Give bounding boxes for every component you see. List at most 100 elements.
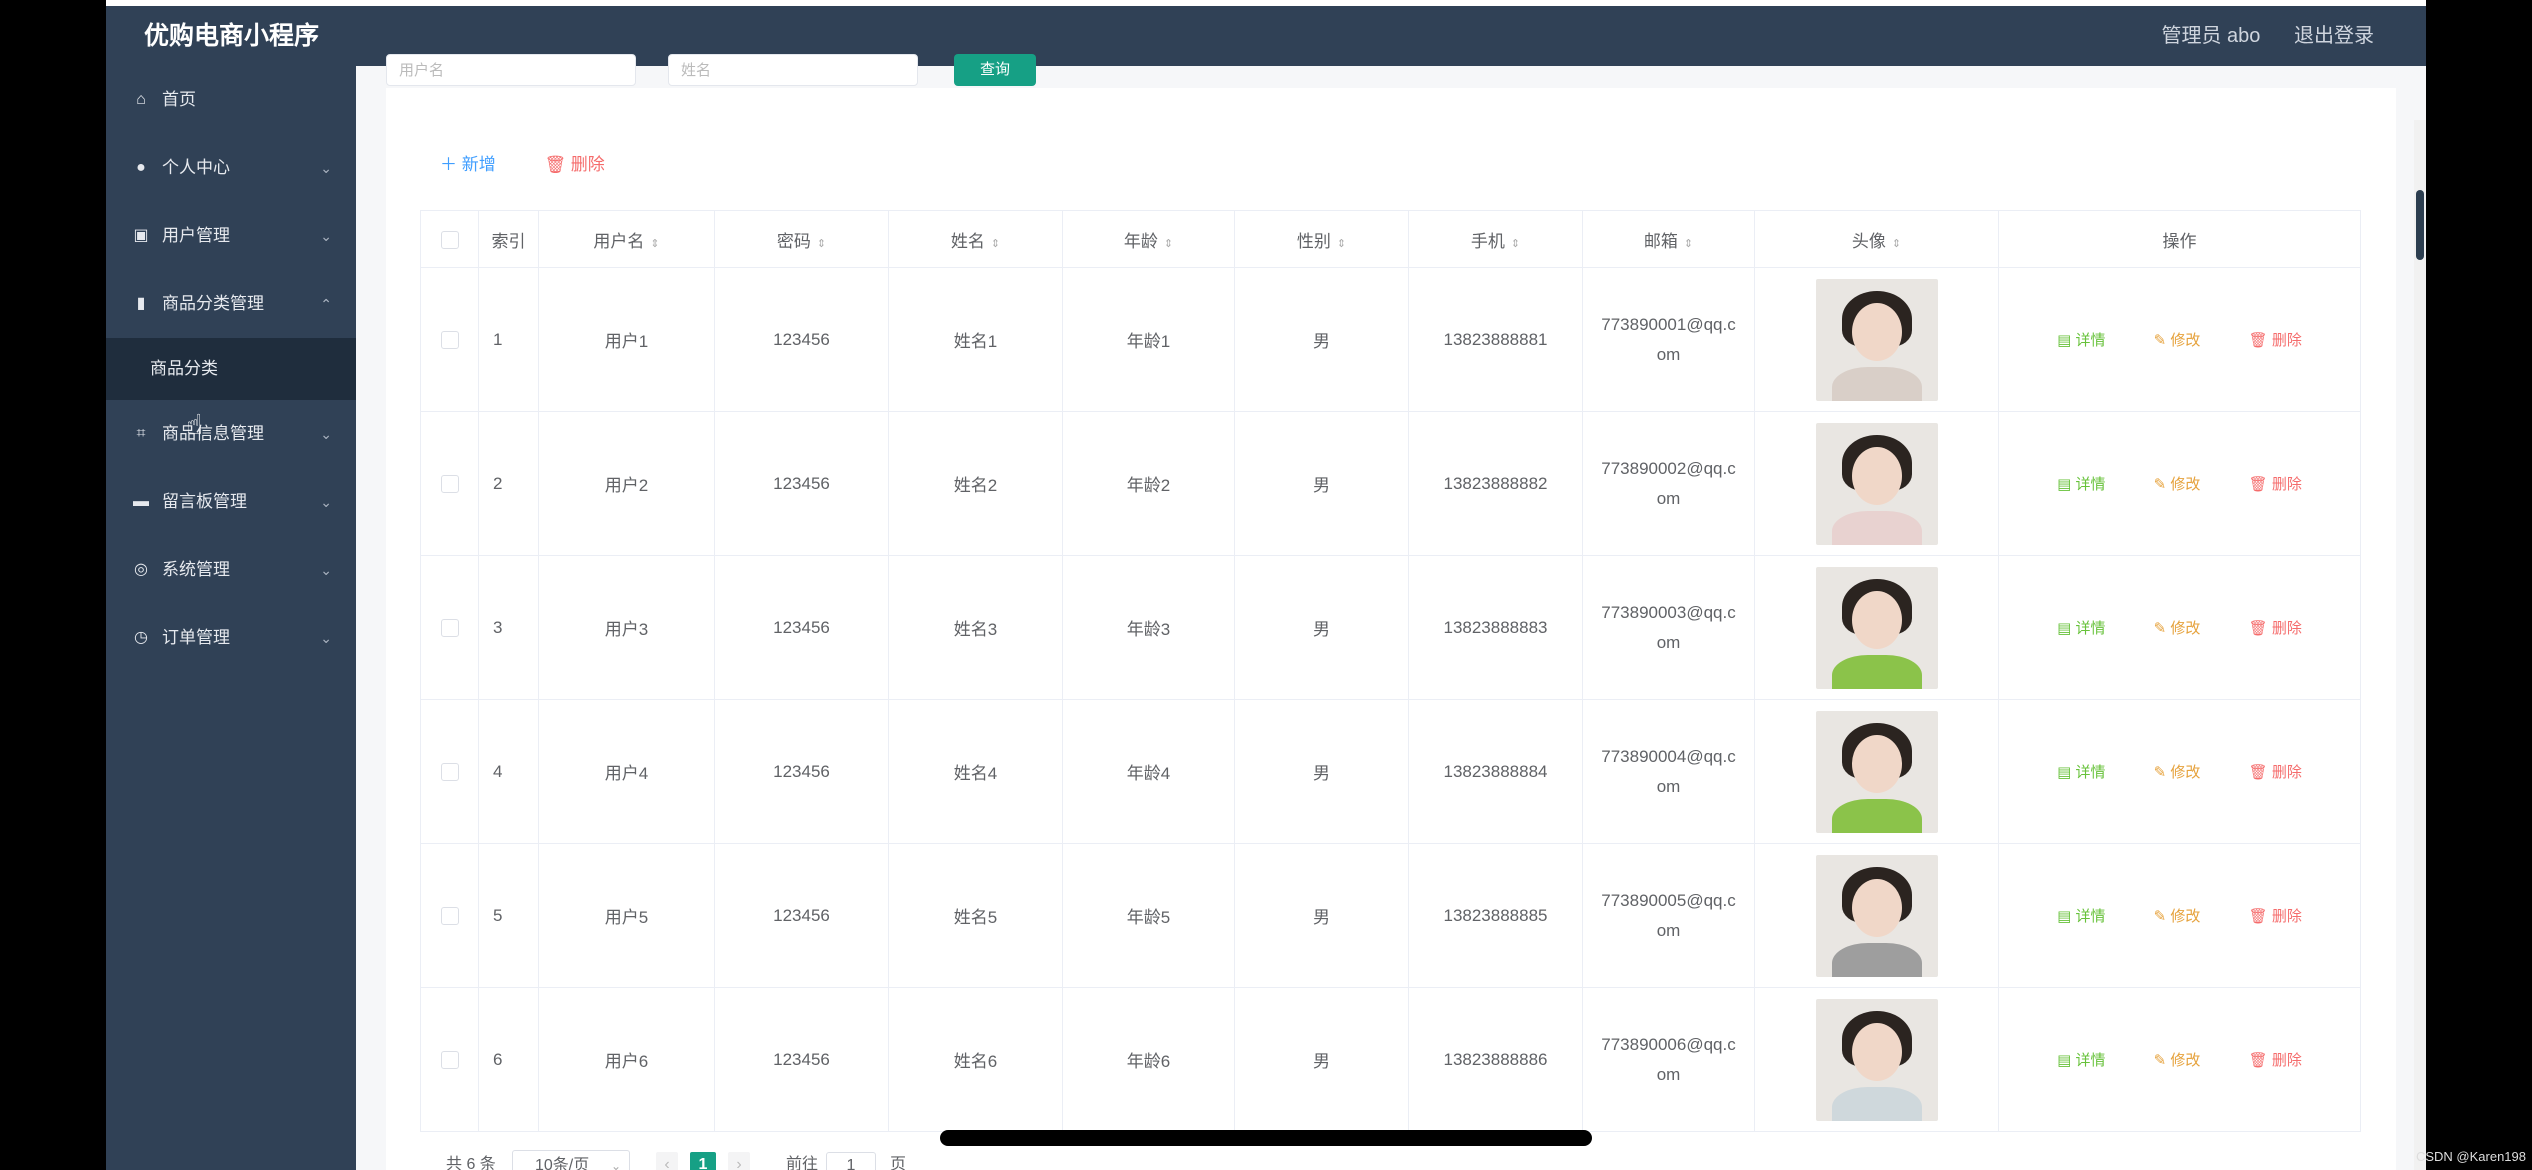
cell-phone: 13823888884 (1408, 699, 1583, 844)
remove-button[interactable]: 🗑 删除 (2249, 908, 2302, 925)
cell-age: 年龄6 (1062, 987, 1235, 1132)
cell-index: 6 (478, 987, 539, 1132)
sidebar-item-users[interactable]: ▣ 用户管理 ⌄ (106, 202, 356, 270)
edit-button[interactable]: ✎ 修改 (2154, 1052, 2201, 1069)
chevron-up-icon: ⌃ (320, 296, 332, 312)
sidebar-item-orders[interactable]: ◷ 订单管理 ⌄ (106, 604, 356, 672)
detail-button[interactable]: ▤ 详情 (2057, 764, 2105, 781)
cell-gender: 男 (1234, 555, 1409, 700)
avatar[interactable] (1815, 422, 1938, 545)
row-checkbox[interactable] (420, 411, 479, 556)
batch-delete-button[interactable]: 🗑 删除 (544, 155, 604, 174)
username-search-input[interactable]: 用户名 (386, 54, 636, 86)
sidebar-item-home[interactable]: ⌂ 首页 (106, 66, 356, 134)
main-content: 用户名 姓名 查询 ＋ 新增 🗑 删除 索引 用户名 ⇕ 密码 ⇕ 姓名 ⇕ 年… (356, 54, 2426, 1170)
detail-button[interactable]: ▤ 详情 (2057, 1052, 2105, 1069)
cell-username: 用户1 (538, 267, 715, 412)
remove-button[interactable]: 🗑 删除 (2249, 1052, 2302, 1069)
next-page-button[interactable]: › (728, 1152, 750, 1170)
edit-button[interactable]: ✎ 修改 (2154, 620, 2201, 637)
prev-page-button[interactable]: ‹ (656, 1152, 678, 1170)
sidebar-item-category[interactable]: ▮ 商品分类管理 ⌃ (106, 270, 356, 338)
col-password[interactable]: 密码 ⇕ (714, 210, 889, 268)
row-checkbox[interactable] (420, 555, 479, 700)
cell-phone: 13823888886 (1408, 987, 1583, 1132)
edit-button[interactable]: ✎ 修改 (2154, 764, 2201, 781)
detail-button[interactable]: ▤ 详情 (2057, 476, 2105, 493)
edit-button[interactable]: ✎ 修改 (2154, 332, 2201, 349)
avatar[interactable] (1815, 278, 1938, 401)
sidebar-item-profile[interactable]: ● 个人中心 ⌄ (106, 134, 356, 202)
sidebar-item-board[interactable]: ▬ 留言板管理 ⌄ (106, 468, 356, 536)
name-search-input[interactable]: 姓名 (668, 54, 918, 86)
cell-avatar[interactable] (1754, 411, 1999, 556)
cell-gender: 男 (1234, 411, 1409, 556)
page-size-select[interactable]: 10条/页 ⌄ (512, 1150, 630, 1170)
cell-name: 姓名1 (888, 267, 1063, 412)
plus-icon: ＋ (440, 155, 462, 174)
row-checkbox[interactable] (420, 843, 479, 988)
row-checkbox[interactable] (420, 267, 479, 412)
sidebar-item-system[interactable]: ◎ 系统管理 ⌄ (106, 536, 356, 604)
cell-age: 年龄4 (1062, 699, 1235, 844)
cell-name: 姓名6 (888, 987, 1063, 1132)
sidebar-item-label: 商品分类管理 (162, 294, 264, 313)
col-name[interactable]: 姓名 ⇕ (888, 210, 1063, 268)
avatar[interactable] (1815, 710, 1938, 833)
user-table: 索引 用户名 ⇕ 密码 ⇕ 姓名 ⇕ 年龄 ⇕ 性别 ⇕ 手机 ⇕ 邮箱 ⇕ 头像 ⇕ 操作 1… (420, 210, 2361, 1132)
cell-avatar[interactable] (1754, 555, 1999, 700)
col-age[interactable]: 年龄 ⇕ (1062, 210, 1235, 268)
row-checkbox[interactable] (420, 987, 479, 1132)
goto-page-input[interactable]: 1 (826, 1152, 876, 1170)
col-username[interactable]: 用户名 ⇕ (538, 210, 715, 268)
add-button[interactable]: ＋ 新增 (440, 155, 496, 174)
cell-actions: ▤ 详情 ✎ 修改 🗑 删除 (1998, 843, 2361, 988)
edit-button[interactable]: ✎ 修改 (2154, 476, 2201, 493)
sidebar-subitem-category[interactable]: 商品分类 (106, 338, 356, 400)
edit-button[interactable]: ✎ 修改 (2154, 908, 2201, 925)
table-card: ＋ 新增 🗑 删除 索引 用户名 ⇕ 密码 ⇕ 姓名 ⇕ 年龄 ⇕ 性别 ⇕ 手… (386, 88, 2396, 1170)
table-row: 6 用户6 123456 姓名6 年龄6 男 13823888886 77389… (420, 987, 2361, 1132)
select-all-checkbox[interactable] (420, 210, 479, 268)
cell-gender: 男 (1234, 987, 1409, 1132)
cell-name: 姓名3 (888, 555, 1063, 700)
app-title: 优购电商小程序 (144, 22, 320, 50)
remove-button[interactable]: 🗑 删除 (2249, 476, 2302, 493)
cell-password: 123456 (714, 843, 889, 988)
app-window: 优购电商小程序 管理员 abo 退出登录 ⌂ 首页 ● 个人中心 ⌄ ▣ 用户管… (106, 0, 2426, 1170)
sidebar-item-goods[interactable]: ⌗ 商品信息管理 ⌄ (106, 400, 356, 468)
cell-avatar[interactable] (1754, 699, 1999, 844)
cell-avatar[interactable] (1754, 267, 1999, 412)
detail-button[interactable]: ▤ 详情 (2057, 908, 2105, 925)
cell-index: 2 (478, 411, 539, 556)
current-page-button[interactable]: 1 (690, 1152, 716, 1170)
remove-button[interactable]: 🗑 删除 (2249, 764, 2302, 781)
sort-icon: ⇕ (1510, 237, 1521, 250)
chevron-down-icon: ⌄ (320, 630, 332, 646)
cell-avatar[interactable] (1754, 843, 1999, 988)
logout-link[interactable]: 退出登录 (2294, 25, 2374, 47)
remove-button[interactable]: 🗑 删除 (2249, 620, 2302, 637)
cell-username: 用户5 (538, 843, 715, 988)
col-avatar[interactable]: 头像 ⇕ (1754, 210, 1999, 268)
vertical-scrollbar[interactable] (2414, 120, 2426, 1170)
col-gender[interactable]: 性别 ⇕ (1234, 210, 1409, 268)
cell-age: 年龄3 (1062, 555, 1235, 700)
cell-avatar[interactable] (1754, 987, 1999, 1132)
search-button[interactable]: 查询 (954, 54, 1036, 86)
chevron-down-icon: ⌄ (320, 228, 332, 244)
avatar[interactable] (1815, 998, 1938, 1121)
avatar[interactable] (1815, 566, 1938, 689)
remove-button[interactable]: 🗑 删除 (2249, 332, 2302, 349)
row-checkbox[interactable] (420, 699, 479, 844)
detail-button[interactable]: ▤ 详情 (2057, 620, 2105, 637)
sidebar-item-label: 系统管理 (162, 560, 230, 579)
col-email[interactable]: 邮箱 ⇕ (1582, 210, 1755, 268)
cell-age: 年龄1 (1062, 267, 1235, 412)
col-phone[interactable]: 手机 ⇕ (1408, 210, 1583, 268)
avatar[interactable] (1815, 854, 1938, 977)
detail-button[interactable]: ▤ 详情 (2057, 332, 2105, 349)
cell-gender: 男 (1234, 699, 1409, 844)
cell-index: 1 (478, 267, 539, 412)
admin-label[interactable]: 管理员 abo (2162, 25, 2261, 47)
